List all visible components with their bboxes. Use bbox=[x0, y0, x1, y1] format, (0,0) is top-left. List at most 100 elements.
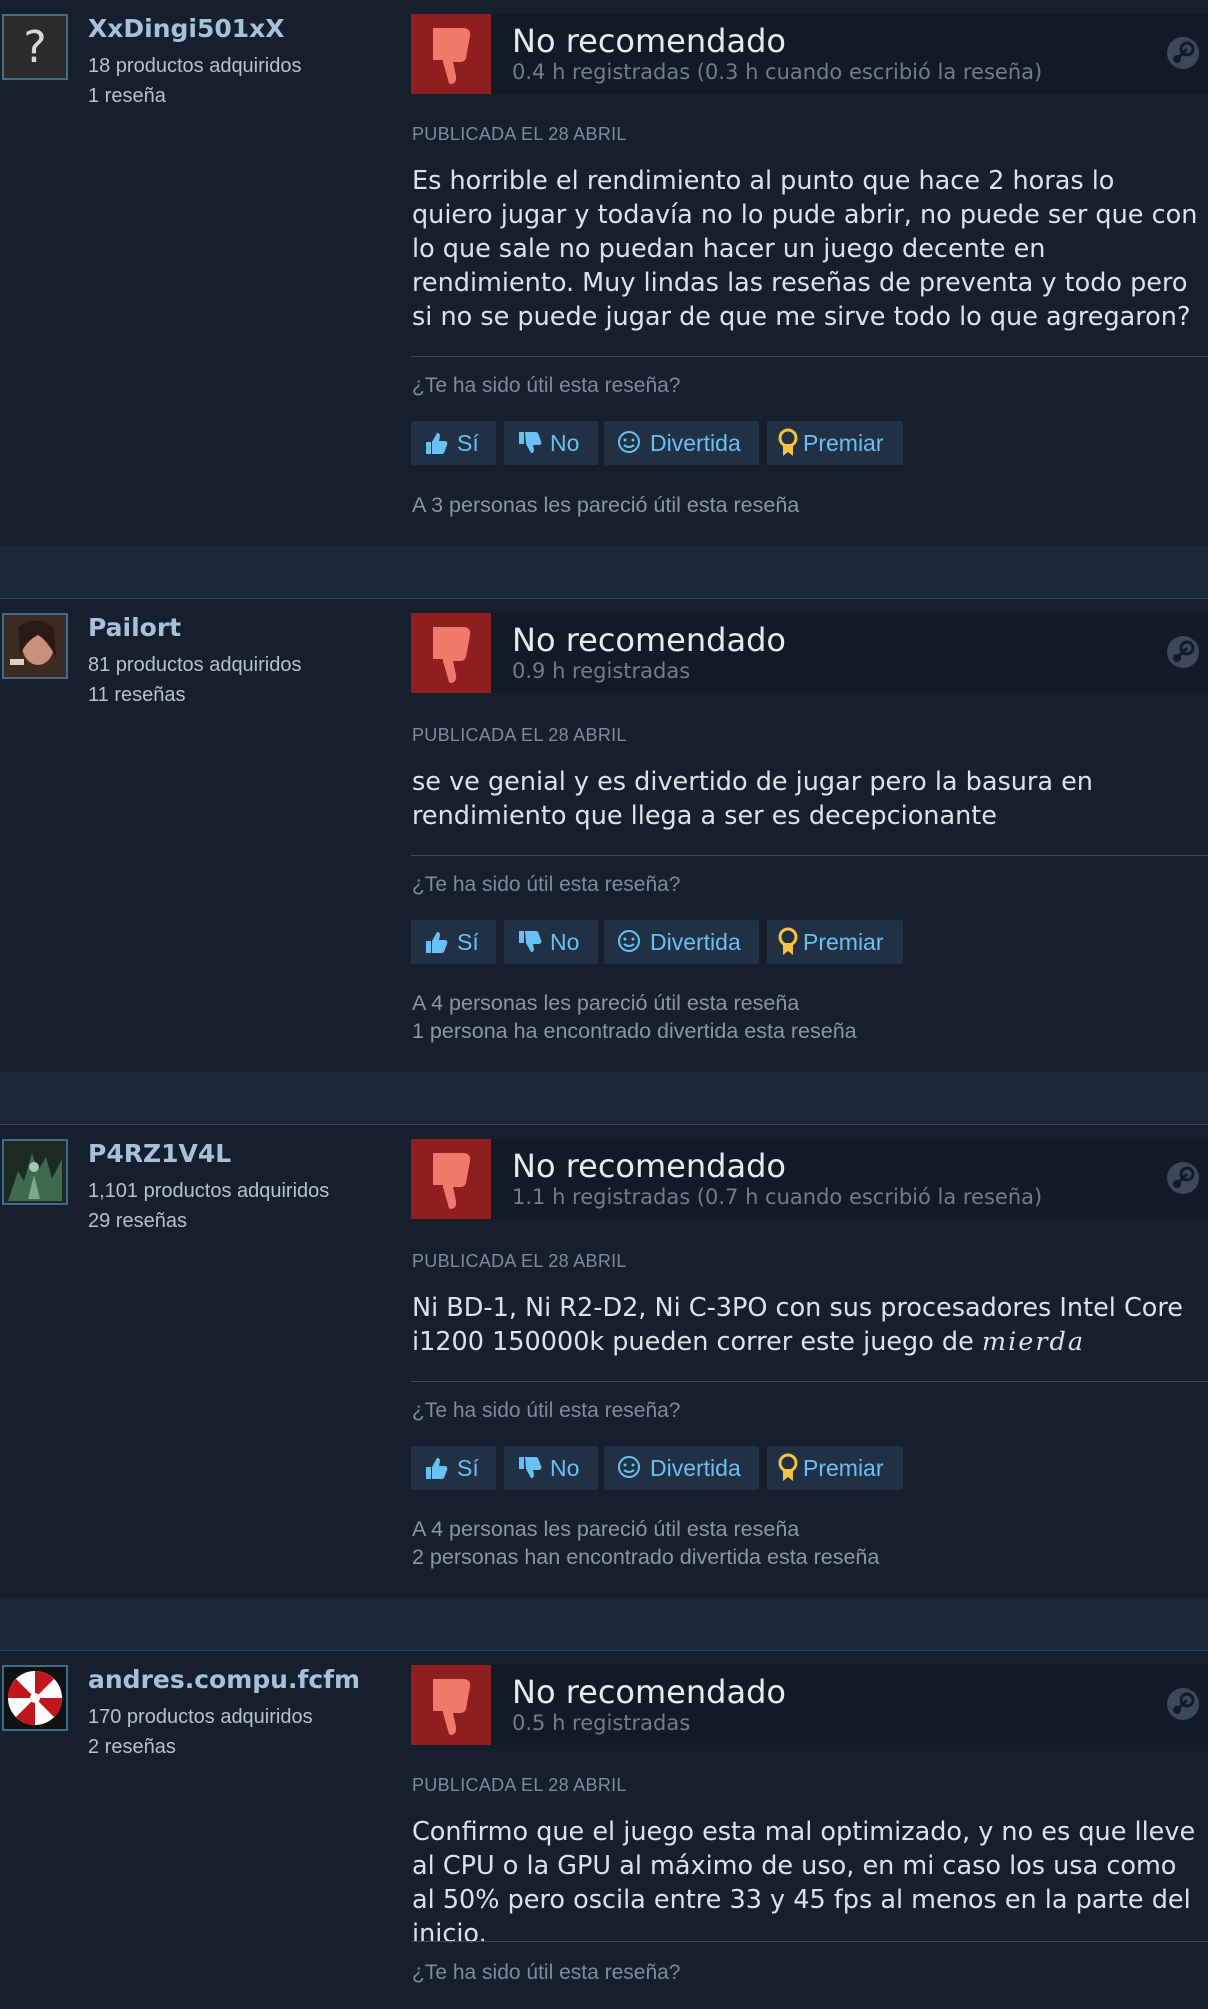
posted-date: PUBLICADA EL 28 ABRIL bbox=[412, 1251, 627, 1271]
divider bbox=[411, 1381, 1208, 1382]
award-label: Premiar bbox=[803, 429, 884, 456]
vote-no-label: No bbox=[550, 429, 580, 456]
vote-no-button[interactable]: No bbox=[504, 421, 598, 465]
award-button[interactable]: Premiar bbox=[767, 421, 903, 465]
verdict-title: No recomendado bbox=[512, 22, 786, 60]
review-text-styled: mierda bbox=[981, 1327, 1086, 1357]
thumbs-up-icon bbox=[426, 433, 448, 454]
vote-yes-button[interactable]: Sí bbox=[411, 421, 496, 465]
vote-yes-label: Sí bbox=[457, 928, 479, 955]
verdict-title: No recomendado bbox=[512, 1147, 786, 1185]
verdict-title: No recomendado bbox=[512, 621, 786, 659]
review-count[interactable]: 11 reseñas bbox=[88, 684, 185, 707]
helpful-question: ¿Te ha sido útil esta reseña? bbox=[412, 873, 681, 896]
vote-no-label: No bbox=[550, 928, 580, 955]
vote-yes-button[interactable]: Sí bbox=[411, 1446, 496, 1490]
vote-funny-label: Divertida bbox=[650, 429, 741, 456]
smiley-icon bbox=[618, 1456, 640, 1478]
products-owned: 81 productos adquiridos bbox=[88, 654, 302, 676]
helpful-question: ¿Te ha sido útil esta reseña? bbox=[412, 1961, 681, 1984]
thumbs-down-small-icon bbox=[519, 1457, 542, 1478]
review-separator bbox=[0, 1072, 1208, 1124]
user-avatar[interactable] bbox=[2, 1139, 68, 1205]
thumbs-down-icon bbox=[411, 14, 491, 94]
thumbs-down-icon bbox=[411, 1139, 491, 1219]
thumbs-down-small-icon bbox=[519, 931, 542, 952]
vote-funny-button[interactable]: Divertida bbox=[604, 1446, 759, 1490]
vote-yes-label: Sí bbox=[457, 1454, 479, 1481]
steam-logo-icon bbox=[1167, 1688, 1199, 1720]
user-avatar[interactable] bbox=[2, 613, 68, 679]
award-button[interactable]: Premiar bbox=[767, 920, 903, 964]
posted-date: PUBLICADA EL 28 ABRIL bbox=[412, 725, 627, 745]
review-text: Confirmo que el juego esta mal optimizad… bbox=[412, 1817, 1196, 1949]
vote-yes-button[interactable]: Sí bbox=[411, 920, 496, 964]
award-ribbon-icon bbox=[778, 1453, 798, 1481]
review-card: andres.compu.fcfm 170 productos adquirid… bbox=[0, 1650, 1208, 2009]
vote-no-button[interactable]: No bbox=[504, 920, 598, 964]
funny-count-text: 1 persona ha encontrado divertida esta r… bbox=[412, 1019, 857, 1043]
username-link[interactable]: XxDingi501xX bbox=[88, 14, 285, 43]
steam-logo-icon bbox=[1167, 636, 1199, 668]
products-owned: 170 productos adquiridos bbox=[88, 1706, 313, 1728]
smiley-icon bbox=[618, 930, 640, 952]
vote-funny-label: Divertida bbox=[650, 928, 741, 955]
helpful-count-text: A 4 personas les pareció útil esta reseñ… bbox=[412, 1517, 800, 1541]
thumbs-up-icon bbox=[426, 1458, 448, 1479]
review-separator bbox=[0, 546, 1208, 598]
award-ribbon-icon bbox=[778, 927, 798, 955]
review-count[interactable]: 29 reseñas bbox=[88, 1210, 187, 1233]
divider bbox=[411, 855, 1208, 856]
review-text: se ve genial y es divertido de jugar per… bbox=[412, 767, 1093, 831]
helpful-question: ¿Te ha sido útil esta reseña? bbox=[412, 374, 681, 397]
review-count[interactable]: 2 reseñas bbox=[88, 1736, 176, 1759]
helpful-count-text: A 4 personas les pareció útil esta reseñ… bbox=[412, 991, 800, 1015]
vote-funny-button[interactable]: Divertida bbox=[604, 421, 759, 465]
username-link[interactable]: andres.compu.fcfm bbox=[88, 1665, 360, 1694]
vote-no-label: No bbox=[550, 1454, 580, 1481]
vote-funny-button[interactable]: Divertida bbox=[604, 920, 759, 964]
username-link[interactable]: P4RZ1V4L bbox=[88, 1139, 231, 1168]
award-button[interactable]: Premiar bbox=[767, 1446, 903, 1490]
divider bbox=[411, 1941, 1208, 1942]
posted-date: PUBLICADA EL 28 ABRIL bbox=[412, 124, 627, 144]
divider bbox=[411, 356, 1208, 357]
thumbs-up-icon bbox=[426, 932, 448, 953]
username-link[interactable]: Pailort bbox=[88, 613, 181, 642]
verdict-title: No recomendado bbox=[512, 1673, 786, 1711]
thumbs-down-small-icon bbox=[519, 432, 542, 453]
review-text: Ni BD-1, Ni R2-D2, Ni C-3PO con sus proc… bbox=[412, 1291, 1202, 1359]
review-card: Pailort 81 productos adquiridos 11 reseñ… bbox=[0, 598, 1208, 1073]
thumbs-down-icon bbox=[411, 613, 491, 693]
helpful-count: A 4 personas les pareció útil esta reseñ… bbox=[412, 989, 857, 1045]
award-label: Premiar bbox=[803, 1454, 884, 1481]
hours-played: 0.9 h registradas bbox=[512, 659, 691, 683]
smiley-icon bbox=[618, 431, 640, 453]
steam-logo-icon bbox=[1167, 37, 1199, 69]
review-card: ? XxDingi501xX 18 productos adquiridos 1… bbox=[0, 0, 1208, 546]
award-label: Premiar bbox=[803, 928, 884, 955]
steam-logo-icon bbox=[1167, 1162, 1199, 1194]
vote-yes-label: Sí bbox=[457, 429, 479, 456]
hours-played: 1.1 h registradas (0.7 h cuando escribió… bbox=[512, 1185, 1043, 1209]
review-text: Es horrible el rendimiento al punto que … bbox=[412, 166, 1198, 332]
helpful-count-text: A 3 personas les pareció útil esta reseñ… bbox=[412, 493, 800, 517]
products-owned: 18 productos adquiridos bbox=[88, 55, 302, 77]
user-avatar[interactable]: ? bbox=[2, 14, 68, 80]
helpful-count: A 4 personas les pareció útil esta reseñ… bbox=[412, 1515, 879, 1571]
review-separator bbox=[0, 1598, 1208, 1650]
review-card: P4RZ1V4L 1,101 productos adquiridos 29 r… bbox=[0, 1124, 1208, 1599]
helpful-question: ¿Te ha sido útil esta reseña? bbox=[412, 1399, 681, 1422]
hours-played: 0.5 h registradas bbox=[512, 1711, 691, 1735]
hours-played: 0.4 h registradas (0.3 h cuando escribió… bbox=[512, 60, 1043, 84]
vote-funny-label: Divertida bbox=[650, 1454, 741, 1481]
user-avatar[interactable] bbox=[2, 1665, 68, 1731]
thumbs-down-icon bbox=[411, 1665, 491, 1745]
posted-date: PUBLICADA EL 28 ABRIL bbox=[412, 1775, 627, 1795]
products-owned: 1,101 productos adquiridos bbox=[88, 1180, 330, 1202]
helpful-count: A 3 personas les pareció útil esta reseñ… bbox=[412, 491, 799, 519]
vote-no-button[interactable]: No bbox=[504, 1446, 598, 1490]
review-count[interactable]: 1 reseña bbox=[88, 85, 166, 108]
funny-count-text: 2 personas han encontrado divertida esta… bbox=[412, 1545, 880, 1569]
award-ribbon-icon bbox=[778, 428, 798, 456]
